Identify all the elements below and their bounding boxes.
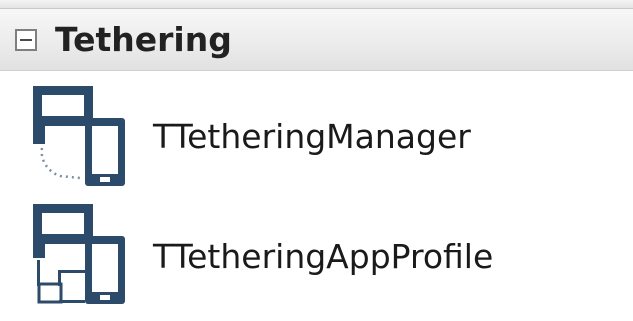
collapse-minus-icon[interactable] (15, 29, 37, 51)
component-label: TTetheringManager (153, 117, 471, 156)
palette-divider (0, 0, 633, 9)
component-label: TTetheringAppProfile (153, 237, 494, 276)
component-item-tetheringmanager[interactable]: TTetheringManager (0, 76, 633, 186)
category-title: Tethering (55, 20, 232, 59)
tethering-manager-icon (33, 86, 125, 186)
tethering-app-profile-icon (33, 204, 125, 304)
tool-palette: Tethering TTetheringManager TTetheringAp… (0, 0, 633, 321)
component-item-tetheringappprofile[interactable]: TTetheringAppProfile (0, 194, 633, 304)
category-header-tethering[interactable]: Tethering (0, 9, 633, 71)
